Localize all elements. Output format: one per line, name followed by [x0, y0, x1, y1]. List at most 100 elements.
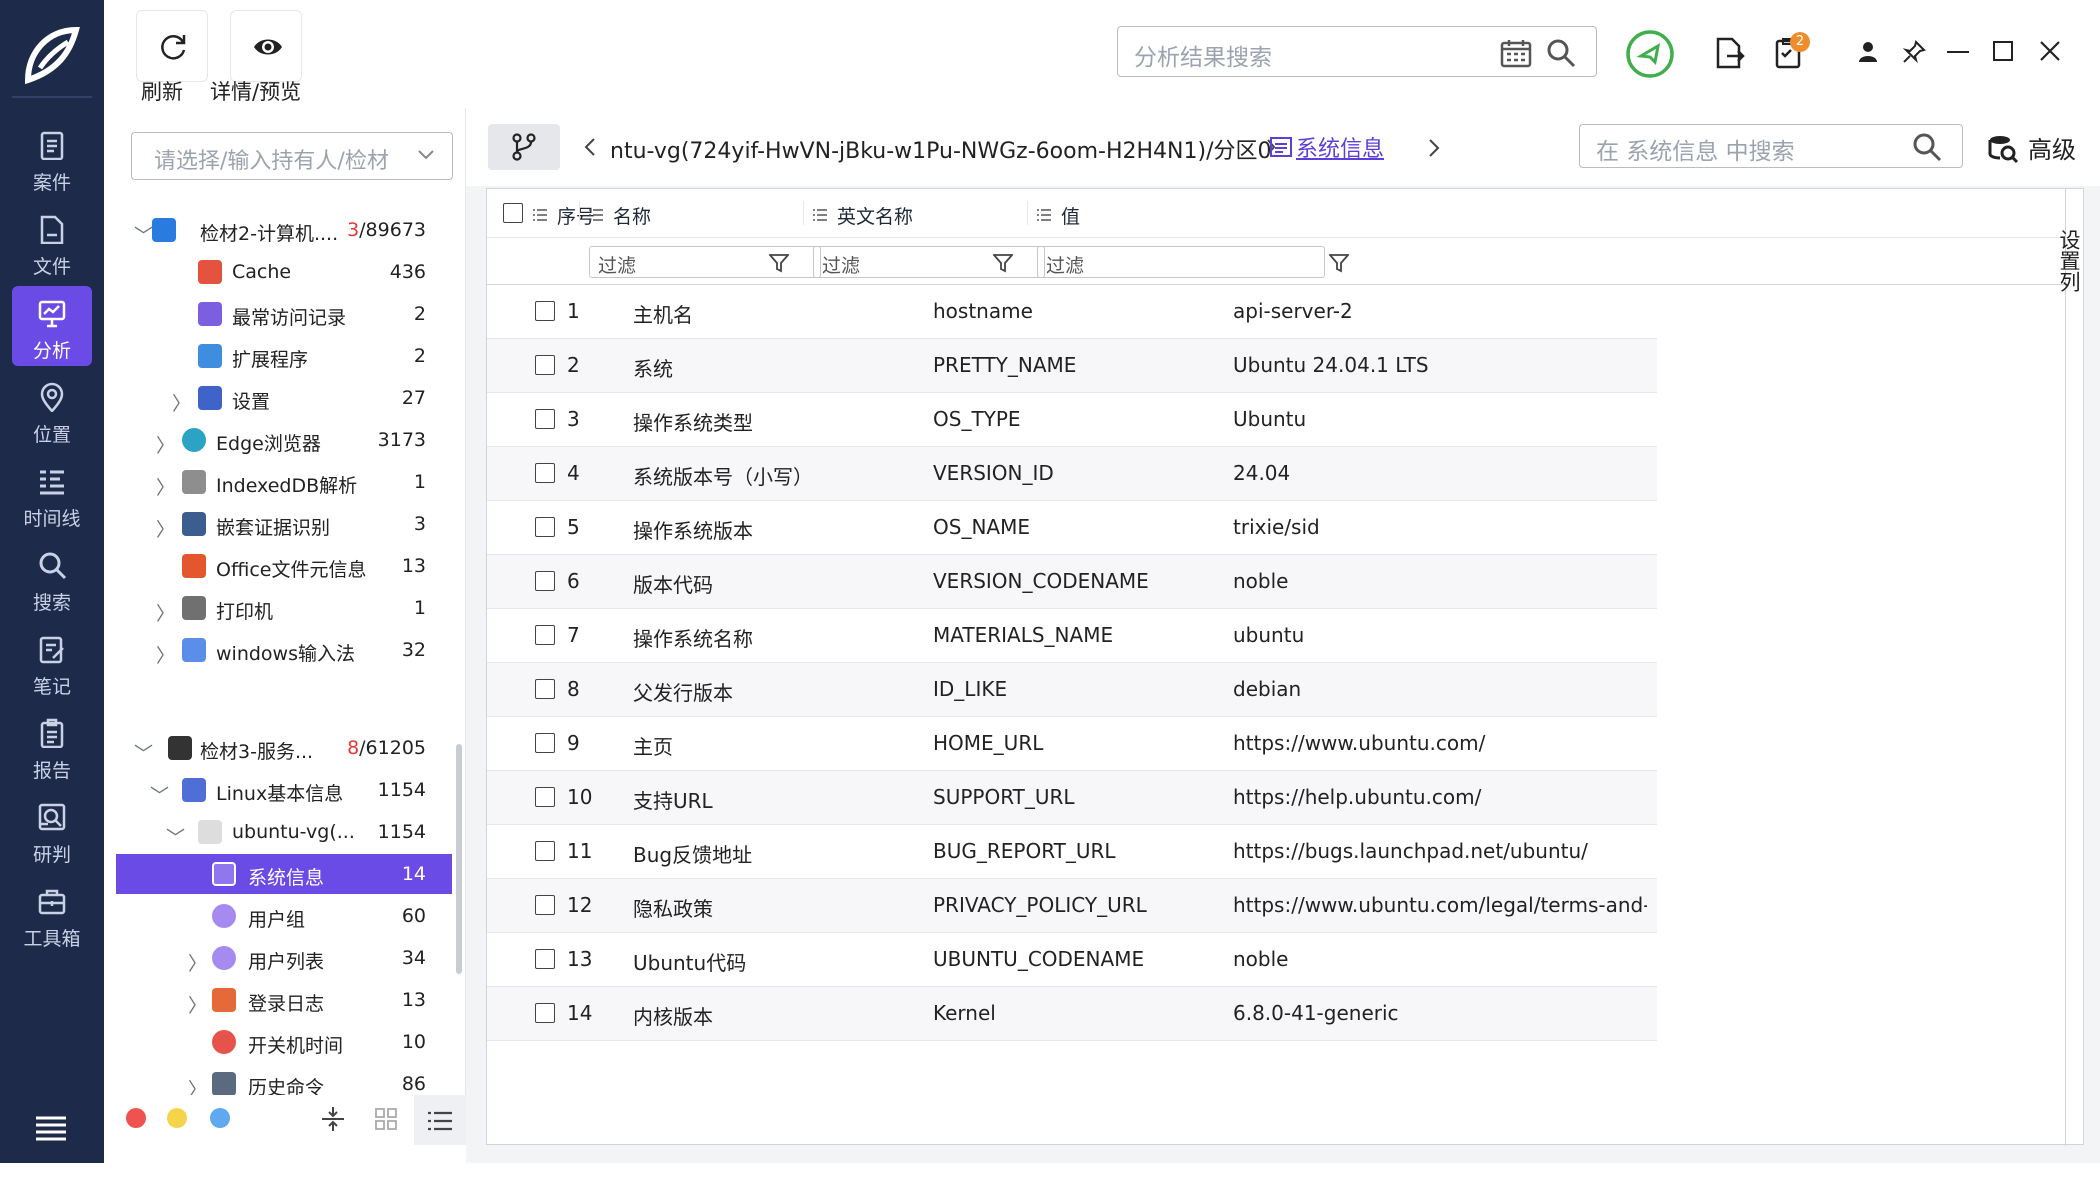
nav-item-judge[interactable]: 研判	[12, 790, 92, 870]
blue-filter-dot[interactable]	[210, 1108, 230, 1128]
owner-select[interactable]: 请选择/输入持有人/检材	[131, 132, 453, 180]
nav-item-note[interactable]: 笔记	[12, 622, 92, 702]
tree-node[interactable]: Office文件元信息13	[104, 546, 452, 586]
nav-item-file[interactable]: 文件	[12, 202, 92, 282]
table-row[interactable]: 1主机名hostnameapi-server-2	[487, 285, 1657, 339]
menu-icon[interactable]	[34, 1115, 68, 1141]
row-checkbox[interactable]	[535, 787, 555, 807]
maximize-icon[interactable]	[1993, 41, 2013, 61]
calendar-icon[interactable]	[1500, 38, 1532, 68]
chevron-right-icon[interactable]: 〉	[188, 991, 207, 1018]
row-checkbox[interactable]	[535, 733, 555, 753]
chevron-right-icon[interactable]: 〉	[188, 949, 207, 976]
table-row[interactable]: 13Ubuntu代码UBUNTU_CODENAMEnoble	[487, 933, 1657, 987]
export-file-icon[interactable]	[1715, 36, 1745, 70]
tree-node[interactable]: 〉用户列表34	[104, 938, 452, 978]
en-name-filter-icon[interactable]	[993, 253, 1013, 273]
tree-node[interactable]: 〉IndexedDB解析1	[104, 462, 452, 502]
grid-view-icon[interactable]	[375, 1108, 397, 1130]
table-row[interactable]: 2系统PRETTY_NAMEUbuntu 24.04.1 LTS	[487, 339, 1657, 393]
column-menu-icon[interactable]	[1037, 205, 1051, 227]
tree-node[interactable]: 〉设置27	[104, 378, 452, 418]
pin-icon[interactable]	[1902, 40, 1926, 64]
chevron-right-icon[interactable]: 〉	[172, 389, 191, 416]
name-filter-icon[interactable]	[769, 253, 789, 273]
close-icon[interactable]	[2039, 40, 2061, 62]
column-divider[interactable]	[803, 201, 804, 225]
tree-node[interactable]: ﹀检材3-服务...8/61205	[104, 728, 452, 768]
chevron-down-icon[interactable]: ﹀	[134, 739, 153, 766]
tree-node[interactable]: 〉打印机1	[104, 588, 452, 628]
breadcrumb-path[interactable]: ntu-vg(724yif-HwVN-jBku-w1Pu-NWGz-6oom-H…	[610, 133, 1271, 165]
table-row[interactable]: 11Bug反馈地址BUG_REPORT_URLhttps://bugs.laun…	[487, 825, 1657, 879]
chevron-right-icon[interactable]: 〉	[156, 599, 175, 626]
value-filter-input[interactable]: 过滤	[1037, 246, 1325, 278]
row-checkbox[interactable]	[535, 571, 555, 591]
branch-button[interactable]	[488, 124, 560, 170]
table-row[interactable]: 14内核版本Kernel6.8.0-41-generic	[487, 987, 1657, 1041]
row-checkbox[interactable]	[535, 895, 555, 915]
list-view-button[interactable]	[414, 1095, 466, 1145]
table-row[interactable]: 5操作系统版本OS_NAMEtrixie/sid	[487, 501, 1657, 555]
preview-button[interactable]	[230, 10, 302, 82]
chevron-right-icon[interactable]: 〉	[156, 473, 175, 500]
chevron-down-icon[interactable]: ﹀	[150, 781, 169, 808]
value-filter-icon[interactable]	[1329, 253, 1349, 273]
column-settings-button[interactable]: 设置列	[2065, 189, 2084, 1146]
panel-search-input[interactable]: 在 系统信息 中搜索	[1579, 124, 1963, 168]
tree-node[interactable]: 〉Edge浏览器3173	[104, 420, 452, 460]
column-divider[interactable]	[579, 201, 580, 225]
chevron-down-icon[interactable]	[418, 150, 434, 160]
row-checkbox[interactable]	[535, 409, 555, 429]
panel-search-icon[interactable]	[1912, 132, 1942, 162]
column-menu-icon[interactable]	[589, 205, 603, 227]
select-all-checkbox[interactable]	[503, 203, 523, 223]
row-checkbox[interactable]	[535, 355, 555, 375]
tree-scrollbar[interactable]	[456, 744, 462, 974]
table-row[interactable]: 10支持URLSUPPORT_URLhttps://help.ubuntu.co…	[487, 771, 1657, 825]
user-icon[interactable]	[1857, 40, 1879, 64]
table-row[interactable]: 8父发行版本ID_LIKEdebian	[487, 663, 1657, 717]
chevron-down-icon[interactable]: ﹀	[134, 221, 153, 248]
tree-node[interactable]: 〉登录日志13	[104, 980, 452, 1020]
row-checkbox[interactable]	[535, 1003, 555, 1023]
tree-node[interactable]: 开关机时间10	[104, 1022, 452, 1062]
tree-node[interactable]: ﹀Linux基本信息1154	[104, 770, 452, 810]
tree-node[interactable]: 扩展程序2	[104, 336, 452, 376]
table-row[interactable]: 9主页HOME_URLhttps://www.ubuntu.com/	[487, 717, 1657, 771]
chevron-right-icon[interactable]: 〉	[156, 431, 175, 458]
column-header-en-name[interactable]: 英文名称	[837, 202, 913, 229]
nav-item-search[interactable]: 搜索	[12, 538, 92, 618]
chevron-right-icon[interactable]: 〉	[156, 641, 175, 668]
table-row[interactable]: 4系统版本号（小写）VERSION_ID24.04	[487, 447, 1657, 501]
tree-node[interactable]: 最常访问记录2	[104, 294, 452, 334]
nav-item-timeline[interactable]: 时间线	[12, 454, 92, 534]
advanced-button[interactable]: 高级	[2028, 130, 2076, 165]
tree-node[interactable]: ﹀检材2-计算机....3/89673	[104, 210, 452, 250]
tree-node[interactable]: 〉嵌套证据识别3	[104, 504, 452, 544]
table-row[interactable]: 6版本代码VERSION_CODENAMEnoble	[487, 555, 1657, 609]
tree-node[interactable]: 系统信息14	[116, 854, 452, 894]
row-checkbox[interactable]	[535, 463, 555, 483]
chevron-right-icon[interactable]: 〉	[156, 515, 175, 542]
status-check-icon[interactable]	[1625, 29, 1675, 79]
minimize-icon[interactable]	[1947, 50, 1969, 54]
tree-node[interactable]: Cache436	[104, 252, 452, 292]
search-icon[interactable]	[1546, 38, 1576, 68]
table-row[interactable]: 7操作系统名称MATERIALS_NAMEubuntu	[487, 609, 1657, 663]
red-filter-dot[interactable]	[126, 1108, 146, 1128]
breadcrumb-current[interactable]: 系统信息	[1296, 131, 1384, 163]
column-menu-icon[interactable]	[533, 205, 547, 227]
nav-item-report[interactable]: 报告	[12, 706, 92, 786]
tree-node[interactable]: 〉windows输入法32	[104, 630, 452, 670]
nav-item-toolbox[interactable]: 工具箱	[12, 874, 92, 954]
nav-item-analysis[interactable]: 分析	[12, 286, 92, 366]
row-checkbox[interactable]	[535, 679, 555, 699]
chevron-right-icon[interactable]	[1428, 139, 1440, 157]
nav-item-location[interactable]: 位置	[12, 370, 92, 450]
tree-node[interactable]: ﹀ubuntu-vg(...1154	[104, 812, 452, 852]
column-header-name[interactable]: 名称	[613, 202, 651, 229]
table-row[interactable]: 3操作系统类型OS_TYPEUbuntu	[487, 393, 1657, 447]
row-checkbox[interactable]	[535, 949, 555, 969]
column-header-value[interactable]: 值	[1061, 202, 1080, 229]
